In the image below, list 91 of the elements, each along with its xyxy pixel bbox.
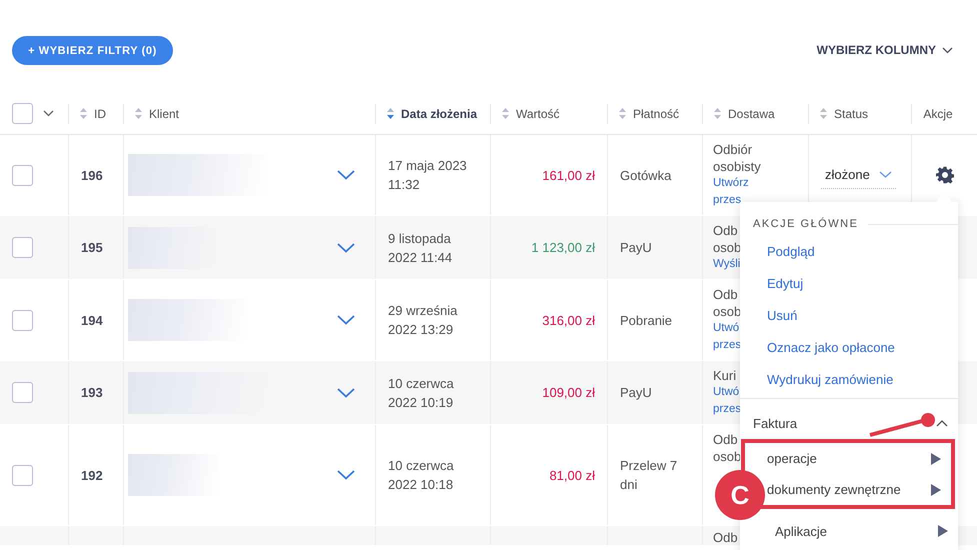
settings-icon[interactable]	[936, 166, 954, 184]
filter-button[interactable]: + WYBIERZ FILTRY (0)	[12, 36, 173, 65]
select-all-checkbox[interactable]	[12, 103, 33, 124]
delivery-method: osob	[713, 303, 742, 320]
payment-method: Gotówka	[620, 166, 672, 184]
sort-icon[interactable]	[135, 108, 142, 119]
delivery-link[interactable]: Utwó	[713, 320, 740, 337]
order-date: 9 listopada	[388, 230, 451, 248]
order-id: 195	[81, 240, 103, 255]
order-date: 2022 10:18	[388, 476, 454, 494]
sort-icon[interactable]	[502, 108, 509, 119]
menu-item[interactable]: Oznacz jako opłacone	[740, 332, 958, 364]
chevron-down-icon[interactable]	[337, 242, 355, 252]
order-date: 10 czerwca	[388, 457, 454, 475]
delivery-method: Kuri	[713, 367, 736, 384]
chevron-down-icon	[878, 170, 892, 178]
chevron-down-icon[interactable]	[337, 470, 355, 480]
chevron-down-icon[interactable]	[43, 110, 54, 117]
chevron-down-icon[interactable]	[337, 388, 355, 398]
chevron-down-icon[interactable]	[337, 315, 355, 325]
order-date: 2022 13:29	[388, 321, 454, 339]
column-header: Akcje	[923, 106, 953, 120]
submenu-item[interactable]: dokumenty zewnętrzne	[767, 474, 951, 505]
menu-group[interactable]: Faktura	[740, 407, 958, 439]
order-value: 109,00 zł	[542, 385, 595, 400]
order-value: 81,00 zł	[549, 468, 595, 482]
menu-item[interactable]: Usuń	[740, 300, 958, 332]
column-header[interactable]: Data złożenia	[401, 106, 478, 120]
order-date: 10 czerwca	[388, 374, 454, 392]
delivery-method: osobisty	[713, 158, 761, 175]
triangle-right-icon	[931, 452, 941, 464]
delivery-link[interactable]: Utwó	[713, 384, 740, 401]
delivery-method: Odb	[713, 222, 738, 239]
payment-method: PayU	[620, 239, 652, 257]
status-dropdown[interactable]: złożone	[821, 167, 896, 189]
order-date: 2022 11:44	[388, 248, 452, 266]
row-checkbox[interactable]	[12, 464, 33, 486]
delivery-link[interactable]: przes	[713, 337, 742, 354]
delivery-method: Odbiór	[713, 141, 752, 158]
caret-up-icon	[936, 420, 948, 426]
order-date: 17 maja 2023	[388, 157, 467, 175]
menu-item[interactable]: Podgląd	[740, 236, 958, 268]
order-id: 196	[81, 168, 103, 182]
submenu-item[interactable]: operacje	[767, 443, 951, 474]
order-value: 161,00 zł	[542, 168, 595, 182]
payment-method: Przelew 7 dni	[620, 457, 678, 494]
sort-icon[interactable]	[820, 108, 827, 119]
column-header[interactable]: Wartość	[516, 106, 560, 120]
delivery-link[interactable]: Utwórz	[713, 175, 749, 192]
payment-method: Pobranie	[620, 312, 672, 330]
delivery-link[interactable]: przes	[713, 401, 742, 418]
delivery-method: Odb	[713, 431, 738, 448]
delivery-method: Odb	[713, 286, 738, 303]
order-id: 192	[81, 468, 103, 482]
column-header[interactable]: Dostawa	[728, 106, 775, 120]
chevron-down-icon	[942, 46, 953, 54]
triangle-right-icon	[938, 525, 948, 537]
order-id: 194	[81, 312, 103, 328]
delivery-method: Odb	[713, 530, 738, 545]
order-id: 193	[81, 385, 103, 400]
menu-heading: AKCJE GŁÓWNE	[753, 218, 858, 230]
order-date: 2022 10:19	[388, 394, 454, 412]
triangle-right-icon	[931, 484, 941, 496]
delivery-method: osob	[713, 239, 742, 256]
callout-badge: C	[715, 470, 765, 520]
order-date: 29 września	[388, 302, 458, 320]
column-header[interactable]: ID	[94, 106, 106, 120]
sort-icon[interactable]	[619, 108, 626, 119]
menu-item[interactable]: Edytuj	[740, 268, 958, 300]
row-checkbox[interactable]	[12, 164, 33, 186]
sort-icon[interactable]	[80, 108, 87, 119]
chevron-down-icon[interactable]	[337, 170, 355, 180]
delivery-link[interactable]: Wyśli	[713, 256, 740, 273]
pointer-line	[868, 413, 938, 439]
order-value: 1 123,00 zł	[531, 240, 595, 255]
sort-icon[interactable]	[714, 108, 721, 119]
column-header[interactable]: Status	[834, 106, 868, 120]
menu-group[interactable]: Aplikacje	[770, 515, 958, 547]
column-header[interactable]: Płatność	[633, 106, 680, 120]
payment-method: PayU	[620, 384, 652, 402]
order-value: 316,00 zł	[542, 312, 595, 328]
sort-icon[interactable]	[387, 108, 394, 119]
menu-item[interactable]: Wydrukuj zamówienie	[740, 364, 958, 396]
delivery-link[interactable]: przes	[713, 192, 742, 209]
columns-dropdown[interactable]: WYBIERZ KOLUMNY	[816, 43, 953, 57]
column-header[interactable]: Klient	[149, 106, 180, 120]
row-checkbox[interactable]	[12, 237, 33, 258]
order-date: 11:32	[388, 176, 420, 194]
delivery-method: osob	[713, 448, 742, 465]
row-checkbox[interactable]	[12, 382, 33, 403]
row-checkbox[interactable]	[12, 310, 33, 330]
